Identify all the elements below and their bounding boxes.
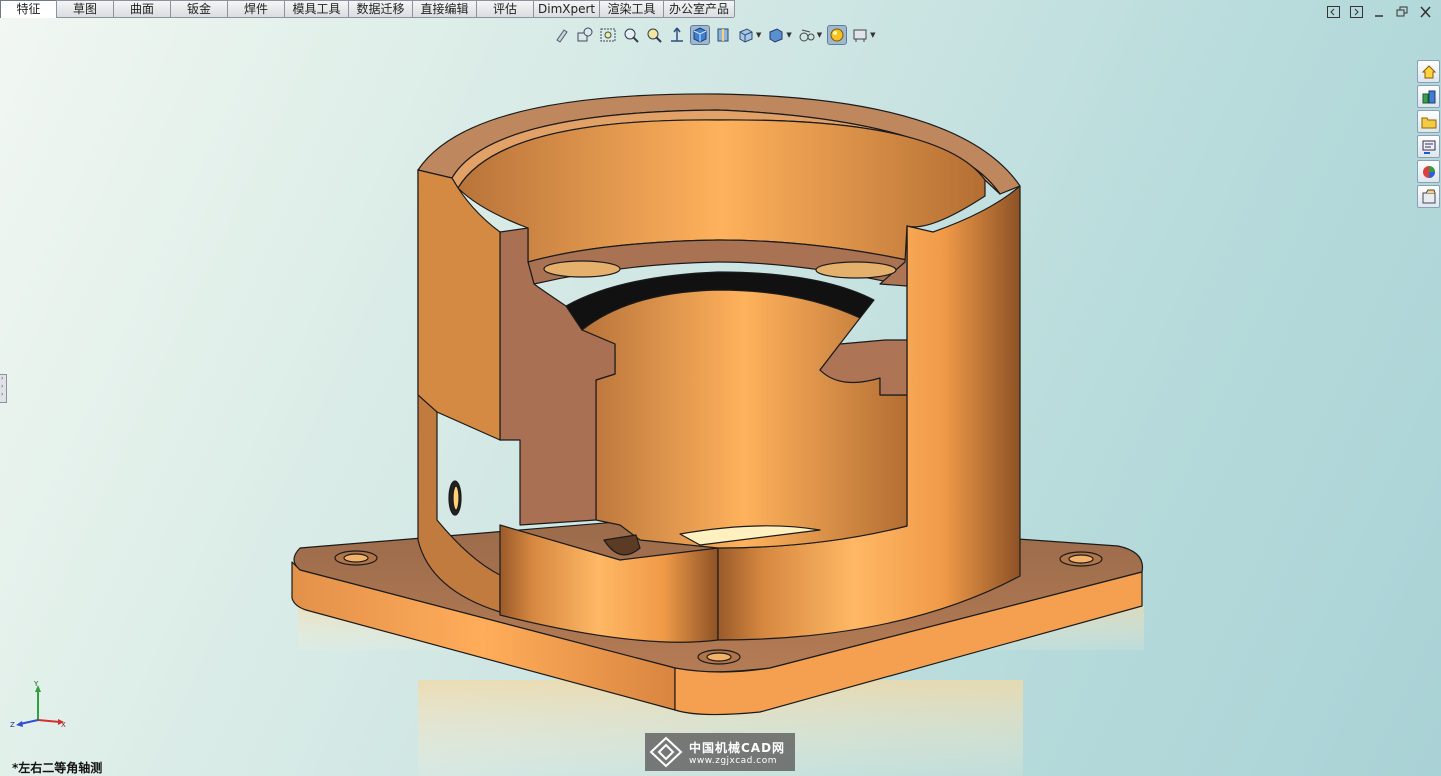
- reference-triad: Y X Z: [10, 680, 66, 729]
- tab-evaluate[interactable]: 评估: [476, 0, 534, 17]
- appearance-icon[interactable]: [827, 25, 848, 45]
- document-window-controls: [1326, 5, 1433, 19]
- tab-direct-editing[interactable]: 直接编辑: [412, 0, 477, 17]
- triad-x-label: X: [61, 721, 66, 729]
- close-icon[interactable]: [1418, 5, 1433, 19]
- tab-office-products[interactable]: 办公室产品: [663, 0, 735, 17]
- heads-up-view-toolbar: ▼ ▼ ▼ ▼: [552, 24, 878, 46]
- zoom-to-selection-icon[interactable]: [644, 25, 664, 45]
- display-style-icon[interactable]: [766, 25, 786, 45]
- watermark: 中国机械CAD网 www.zgjxcad.com: [645, 733, 795, 771]
- tile-left-icon[interactable]: [1326, 5, 1341, 19]
- tab-baseline: [56, 17, 734, 18]
- view-orientation-dropdown-icon[interactable]: ▼: [756, 31, 761, 39]
- appearances-scenes-icon[interactable]: [1417, 160, 1440, 183]
- command-manager-tabs: 特征 草图 曲面 钣金 焊件 模具工具 数据迁移 直接编辑 评估 DimXper…: [0, 0, 735, 18]
- triad-z-label: Z: [10, 721, 15, 729]
- view-palette-icon[interactable]: [1417, 135, 1440, 158]
- view-orientation-icon[interactable]: [736, 25, 756, 45]
- solidworks-resources-icon[interactable]: [1417, 60, 1440, 83]
- task-pane-tabs: [1417, 60, 1441, 208]
- previous-view-icon[interactable]: [552, 25, 572, 45]
- tab-data-migration[interactable]: 数据迁移: [348, 0, 413, 17]
- triad-y-label: Y: [33, 680, 39, 688]
- hide-show-dropdown-icon[interactable]: ▼: [817, 31, 822, 39]
- design-library-icon[interactable]: [1417, 85, 1440, 108]
- tab-sketch[interactable]: 草图: [56, 0, 114, 17]
- part-model-viewport[interactable]: [0, 0, 1441, 776]
- zoom-in-out-icon[interactable]: [621, 25, 641, 45]
- scene-dropdown-icon[interactable]: ▼: [870, 31, 875, 39]
- tab-sheet-metal[interactable]: 钣金: [170, 0, 228, 17]
- watermark-name: 中国机械CAD网: [689, 740, 786, 755]
- rotate-view-icon[interactable]: [667, 25, 687, 45]
- tab-features[interactable]: 特征: [0, 0, 57, 18]
- feature-manager-expand-handle[interactable]: › › ›: [0, 374, 7, 403]
- watermark-url: www.zgjxcad.com: [689, 755, 777, 766]
- watermark-logo-icon: [649, 736, 683, 768]
- file-explorer-icon[interactable]: [1417, 110, 1440, 133]
- zoom-to-fit-icon[interactable]: [575, 25, 595, 45]
- hide-show-items-icon[interactable]: [797, 25, 817, 45]
- inner-cavity: [448, 119, 986, 556]
- tile-right-icon[interactable]: [1349, 5, 1364, 19]
- tab-mold-tools[interactable]: 模具工具: [284, 0, 349, 17]
- zoom-to-area-icon[interactable]: [598, 25, 618, 45]
- minimize-icon[interactable]: [1372, 5, 1387, 19]
- section-cut-face: [417, 169, 501, 441]
- tab-weldments[interactable]: 焊件: [227, 0, 285, 17]
- restore-icon[interactable]: [1395, 5, 1410, 19]
- tab-render-tools[interactable]: 渲染工具: [599, 0, 664, 17]
- tab-dimxpert[interactable]: DimXpert: [533, 0, 600, 17]
- section-view-icon[interactable]: [713, 25, 733, 45]
- tab-surfaces[interactable]: 曲面: [113, 0, 171, 17]
- shaded-with-edges-icon[interactable]: [690, 25, 710, 45]
- display-style-dropdown-icon[interactable]: ▼: [786, 31, 791, 39]
- view-orientation-label: *左右二等角轴测: [12, 761, 103, 775]
- custom-properties-icon[interactable]: [1417, 185, 1440, 208]
- scene-icon[interactable]: [850, 25, 870, 45]
